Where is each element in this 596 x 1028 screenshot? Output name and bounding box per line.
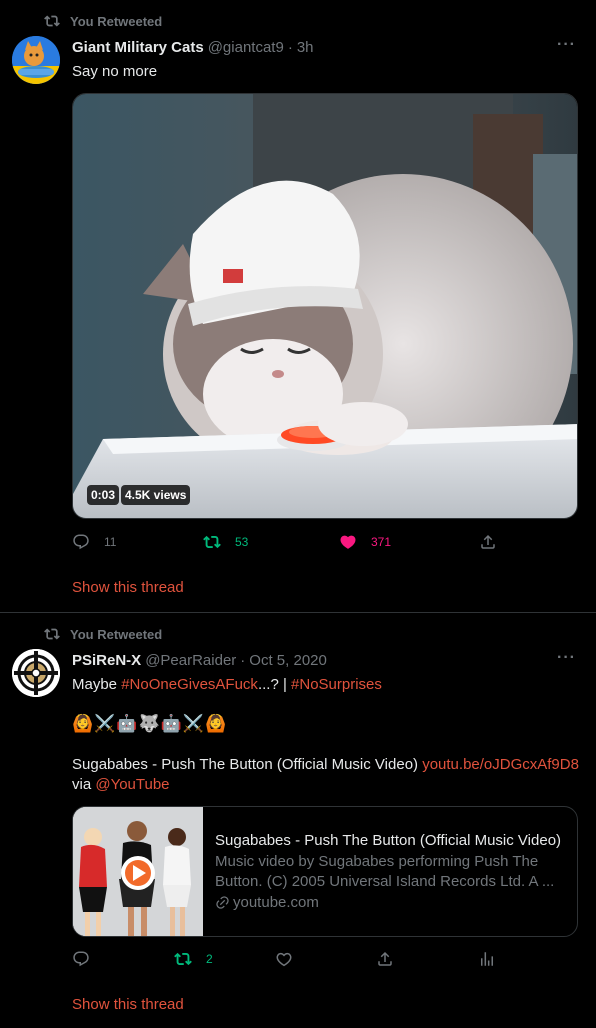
share-button[interactable] <box>479 533 497 551</box>
card-description: Music video by Sugababes performing Push… <box>215 853 555 890</box>
like-icon <box>276 952 292 967</box>
video-duration: 0:03 <box>87 485 120 505</box>
music-video-thumbnail <box>73 807 203 936</box>
avatar[interactable] <box>12 649 60 697</box>
cat-avatar-image <box>12 36 60 84</box>
link-text: Sugababes - Push The Button (Official Mu… <box>72 756 423 773</box>
share-icon <box>378 951 392 966</box>
like-button[interactable] <box>275 950 293 968</box>
youtube-link[interactable]: youtu.be/oJDGcxAf9D8 <box>422 756 579 773</box>
retweet-count: 2 <box>206 952 213 966</box>
card-domain-row: youtube.com <box>215 894 565 911</box>
retweet-label: You Retweeted <box>70 13 163 29</box>
analytics-icon <box>481 952 493 966</box>
tweet-text-line1: Maybe #NoOneGivesAFuck...? | #NoSurprise… <box>72 675 382 695</box>
retweet-label: You Retweeted <box>70 626 163 642</box>
retweet-icon <box>44 628 60 640</box>
more-icon[interactable]: ··· <box>557 649 576 667</box>
tweet-text-line3: Sugababes - Push The Button (Official Mu… <box>72 755 579 775</box>
text-mid: ...? | <box>257 676 292 693</box>
tweet-actions: 11 53 371 <box>72 533 512 553</box>
tweet-header: Giant Military Cats @giantcat9 · 3h <box>72 39 314 56</box>
hashtag-link[interactable]: #NoOneGivesAFuck <box>121 676 258 693</box>
retweet-icon <box>44 15 60 27</box>
video-player[interactable]: 0:03 4.5K views <box>72 93 578 519</box>
link-card[interactable]: Sugababes - Push The Button (Official Mu… <box>72 806 578 937</box>
reply-count: 11 <box>104 535 117 549</box>
retweet-indicator: You Retweeted <box>44 13 162 29</box>
show-thread-link[interactable]: Show this thread <box>72 996 184 1013</box>
retweet-icon <box>203 535 221 549</box>
tweet-header: PSiReN-X @PearRaider · Oct 5, 2020 <box>72 652 327 669</box>
like-icon <box>340 535 356 549</box>
card-body: Sugababes - Push The Button (Official Mu… <box>215 831 565 911</box>
like-count: 371 <box>371 535 392 549</box>
author-name[interactable]: PSiReN-X <box>72 652 141 669</box>
tweet-time[interactable]: 3h <box>297 39 314 56</box>
retweet-indicator: You Retweeted <box>44 626 162 642</box>
share-icon <box>481 534 495 549</box>
card-title: Sugababes - Push The Button (Official Mu… <box>215 832 562 849</box>
card-domain: youtube.com <box>233 894 319 911</box>
more-icon[interactable]: ··· <box>557 36 576 54</box>
retweet-icon <box>174 952 192 966</box>
hashtag-link[interactable]: #NoSurprises <box>291 676 382 693</box>
video-views: 4.5K views <box>121 485 191 505</box>
retweet-button[interactable]: 53 <box>203 533 248 551</box>
tweet-text: Say no more <box>72 63 158 80</box>
analytics-button[interactable] <box>478 950 496 968</box>
like-button[interactable]: 371 <box>339 533 391 551</box>
author-handle[interactable]: @giantcat9 <box>208 39 284 56</box>
separator: · <box>240 652 246 669</box>
retweet-count: 53 <box>235 535 249 549</box>
share-button[interactable] <box>376 950 394 968</box>
via-text: via <box>72 776 96 793</box>
reply-button[interactable] <box>72 950 90 968</box>
author-name[interactable]: Giant Military Cats <box>72 39 204 56</box>
retweet-button[interactable]: 2 <box>174 950 213 968</box>
reply-icon <box>73 951 89 967</box>
show-thread-link[interactable]: Show this thread <box>72 579 184 596</box>
avatar[interactable] <box>12 36 60 84</box>
tweet-time[interactable]: Oct 5, 2020 <box>249 652 327 669</box>
separator: · <box>287 39 293 56</box>
card-thumbnail <box>73 807 203 936</box>
emoji-line: 🙆⚔️🤖🐺🤖⚔️🙆 <box>72 714 228 733</box>
crosshair-avatar-image <box>12 649 60 697</box>
tweet-1[interactable]: You Retweeted Giant Military Cats @giant… <box>0 0 596 612</box>
reply-button[interactable]: 11 <box>72 533 116 551</box>
tweet-text-line4: via @YouTube <box>72 775 170 795</box>
author-handle[interactable]: @PearRaider <box>145 652 236 669</box>
cat-video-frame <box>73 94 577 518</box>
text-prefix: Maybe <box>72 676 122 693</box>
tweet-actions: 2 <box>72 950 512 970</box>
link-icon <box>216 896 229 909</box>
mention-link[interactable]: @YouTube <box>95 776 169 793</box>
reply-icon <box>73 534 89 550</box>
